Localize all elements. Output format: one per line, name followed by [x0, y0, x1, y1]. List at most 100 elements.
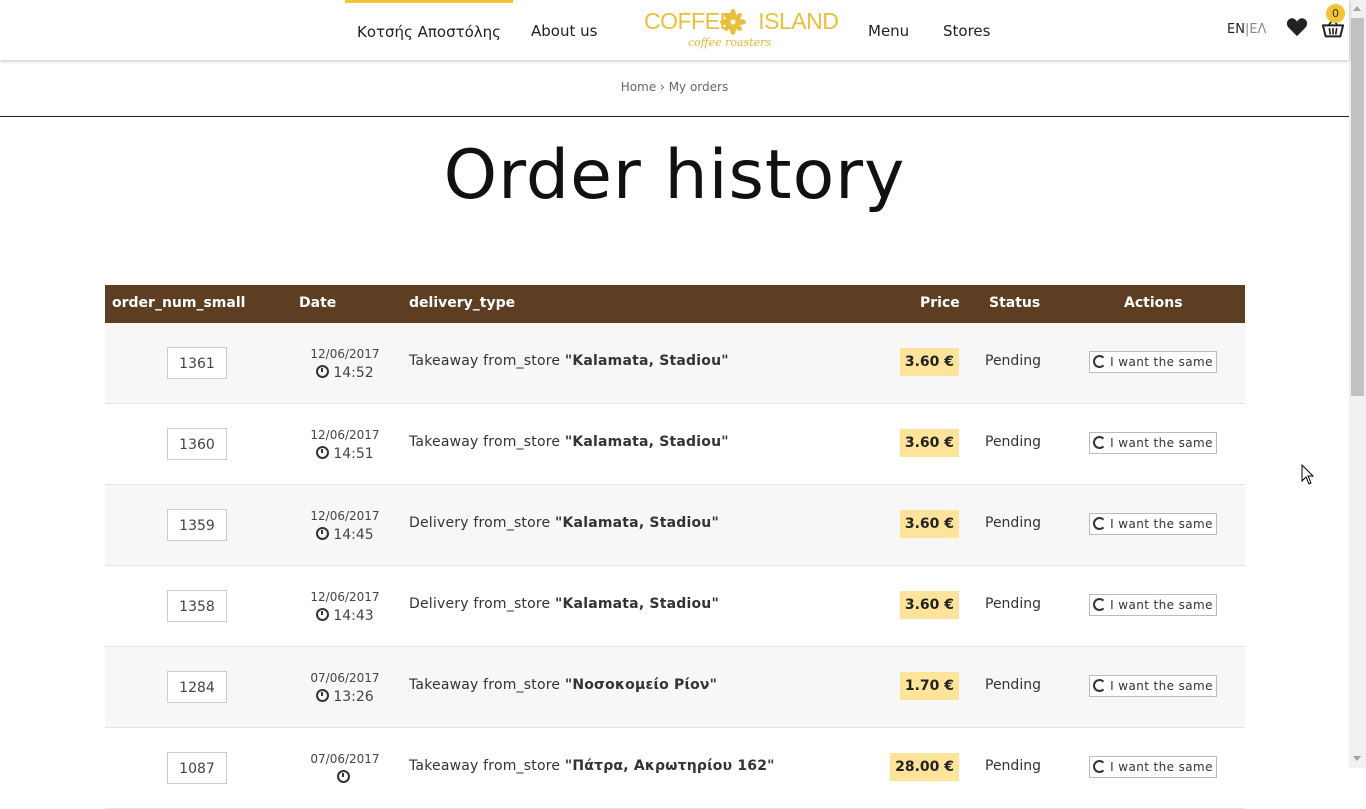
breadcrumb-home[interactable]: Home	[621, 80, 656, 94]
reorder-label: I want the same	[1110, 598, 1213, 612]
header-order-num: order_num_small	[112, 295, 246, 311]
time-value: 14:52	[333, 365, 374, 381]
nav-stores[interactable]: Stores	[943, 0, 990, 60]
table-row: 1358 12/06/2017 14:43 Delivery from_store…	[105, 566, 1245, 647]
store-name: "Kalamata, Stadiou"	[564, 353, 729, 369]
nav-user-account[interactable]: Κοτσής Αποστόλης	[345, 0, 513, 60]
scroll-down-icon[interactable]	[1353, 756, 1361, 761]
price-badge: 3.60 €	[899, 510, 959, 538]
mouse-cursor-icon	[1301, 464, 1315, 485]
order-date: 12/06/2017 14:43	[295, 588, 395, 626]
site-header: Κοτσής Αποστόλης About us COFFEE ISLAND c…	[0, 0, 1349, 60]
order-number[interactable]: 1358	[167, 590, 227, 622]
table-row: 1360 12/06/2017 14:51 Takeaway from_store…	[105, 404, 1245, 485]
lang-en[interactable]: EN	[1227, 22, 1245, 37]
nav-about-us[interactable]: About us	[531, 0, 597, 60]
date-value: 12/06/2017	[310, 347, 380, 361]
date-value: 07/06/2017	[310, 671, 380, 685]
section-divider	[0, 116, 1349, 117]
delivery-method: Delivery from_store	[409, 515, 551, 531]
coffee-island-logo[interactable]: COFFEE ISLAND coffee roasters	[644, 8, 839, 52]
delivery-type: Takeaway from_store "Νοσοκομείο Ρίον"	[409, 677, 717, 693]
order-date: 12/06/2017 14:51	[295, 426, 395, 464]
reorder-label: I want the same	[1110, 355, 1213, 369]
refresh-icon	[1093, 355, 1107, 368]
clock-icon	[316, 689, 330, 702]
order-date: 07/06/2017	[295, 750, 395, 788]
clock-icon	[336, 770, 350, 783]
delivery-type: Takeaway from_store "Πάτρα, Ακρωτηρίου 1…	[409, 758, 775, 774]
reorder-button[interactable]: I want the same	[1089, 675, 1217, 697]
reorder-button[interactable]: I want the same	[1089, 432, 1217, 454]
delivery-type: Delivery from_store "Kalamata, Stadiou"	[409, 515, 719, 531]
orders-table: order_num_small Date delivery_type Price…	[105, 285, 1245, 809]
reorder-button[interactable]: I want the same	[1089, 513, 1217, 535]
time-value: 14:43	[333, 608, 374, 624]
clock-icon	[316, 608, 330, 621]
header-actions: Actions	[1124, 295, 1183, 311]
price-badge: 3.60 €	[899, 591, 959, 619]
reorder-button[interactable]: I want the same	[1089, 351, 1217, 373]
refresh-icon	[1093, 679, 1107, 692]
delivery-type: Takeaway from_store "Kalamata, Stadiou"	[409, 353, 729, 369]
store-name: "Kalamata, Stadiou"	[555, 515, 719, 531]
reorder-button[interactable]: I want the same	[1089, 756, 1217, 778]
reorder-button[interactable]: I want the same	[1089, 594, 1217, 616]
refresh-icon	[1093, 436, 1107, 449]
clock-icon	[316, 365, 330, 378]
order-status: Pending	[985, 353, 1041, 369]
header-delivery-type: delivery_type	[409, 295, 516, 311]
delivery-method: Takeaway from_store	[409, 353, 561, 369]
store-name: "Kalamata, Stadiou"	[555, 596, 719, 612]
refresh-icon	[1093, 760, 1107, 773]
header-date: Date	[299, 295, 337, 311]
table-row: 1359 12/06/2017 14:45 Delivery from_store…	[105, 485, 1245, 566]
page-title: Order history	[443, 136, 906, 215]
order-number[interactable]: 1284	[167, 671, 227, 703]
cart-count-badge: 0	[1326, 4, 1345, 23]
order-status: Pending	[985, 758, 1041, 774]
date-value: 12/06/2017	[310, 428, 380, 442]
order-date: 12/06/2017 14:52	[295, 345, 395, 383]
store-name: "Kalamata, Stadiou"	[564, 434, 729, 450]
price-badge: 3.60 €	[899, 348, 959, 376]
breadcrumb-separator: ›	[660, 80, 665, 94]
table-row: 1361 12/06/2017 14:52 Takeaway from_store…	[105, 323, 1245, 404]
refresh-icon	[1093, 598, 1107, 611]
heart-icon[interactable]	[1286, 17, 1308, 37]
order-date: 07/06/2017 13:26	[295, 669, 395, 707]
date-value: 12/06/2017	[310, 590, 380, 604]
table-header: order_num_small Date delivery_type Price…	[105, 285, 1245, 323]
reorder-label: I want the same	[1110, 436, 1213, 450]
clock-icon	[316, 527, 330, 540]
clock-icon	[316, 446, 330, 459]
lang-el[interactable]: ΕΛ	[1249, 22, 1266, 37]
table-row: 1087 07/06/2017 Takeaway from_store "Πάτ…	[105, 728, 1245, 809]
store-name: "Πάτρα, Ακρωτηρίου 162"	[564, 758, 775, 774]
date-value: 12/06/2017	[310, 509, 380, 523]
reorder-label: I want the same	[1110, 517, 1213, 531]
refresh-icon	[1093, 517, 1107, 530]
price-badge: 28.00 €	[890, 753, 959, 781]
order-status: Pending	[985, 596, 1041, 612]
breadcrumb: Home › My orders	[0, 80, 1349, 94]
date-value: 07/06/2017	[310, 752, 380, 766]
order-number[interactable]: 1359	[167, 509, 227, 541]
scrollbar-thumb[interactable]	[1351, 18, 1364, 396]
price-badge: 3.60 €	[899, 429, 959, 457]
order-number[interactable]: 1361	[167, 347, 227, 379]
time-value: 14:51	[333, 446, 374, 462]
header-price: Price	[920, 295, 960, 311]
table-row: 1284 07/06/2017 13:26 Takeaway from_store…	[105, 647, 1245, 728]
delivery-method: Takeaway from_store	[409, 758, 561, 774]
scroll-up-icon[interactable]	[1353, 6, 1361, 11]
page-scrollbar[interactable]	[1349, 0, 1366, 768]
logo-tagline: coffee roasters	[688, 36, 772, 49]
reorder-label: I want the same	[1110, 679, 1213, 693]
header-status: Status	[989, 295, 1041, 311]
delivery-method: Delivery from_store	[409, 596, 551, 612]
nav-menu[interactable]: Menu	[868, 0, 909, 60]
order-number[interactable]: 1360	[167, 428, 227, 460]
delivery-type: Takeaway from_store "Kalamata, Stadiou"	[409, 434, 729, 450]
order-number[interactable]: 1087	[167, 752, 227, 784]
